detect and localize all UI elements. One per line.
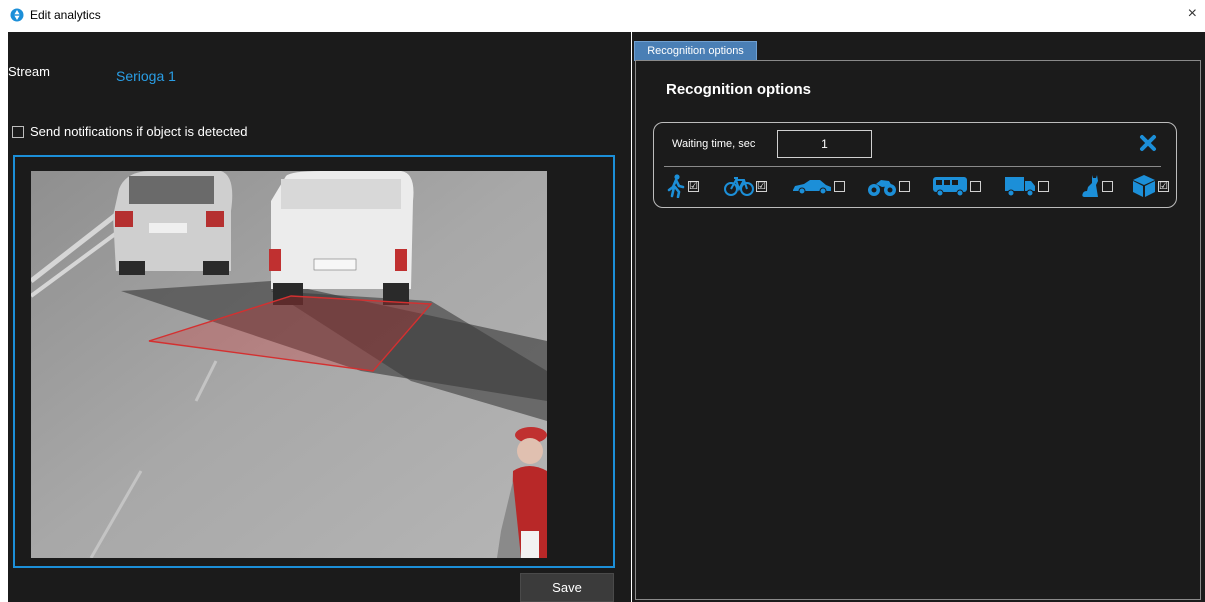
other-checkbox[interactable]: ☑ [1158, 180, 1169, 192]
object-option-motorcycle[interactable] [867, 169, 910, 203]
stream-name: Serioga 1 [116, 68, 176, 84]
bicycle-checkbox[interactable]: ☑ [756, 180, 767, 192]
left-pane: Stream Serioga 1 Send notifications if o… [8, 32, 631, 602]
object-option-bus[interactable] [932, 169, 981, 203]
stream-label: Stream [8, 64, 50, 79]
car-checkbox[interactable] [834, 180, 845, 192]
object-option-other[interactable]: ☑ [1132, 169, 1169, 203]
object-option-person[interactable]: ☑ [666, 169, 699, 203]
close-icon[interactable]: × [1188, 6, 1197, 22]
send-notifications-option[interactable]: Send notifications if object is detected [12, 124, 248, 139]
object-option-car[interactable] [792, 169, 845, 203]
cat-icon [1082, 175, 1098, 197]
bus-checkbox[interactable] [970, 180, 981, 192]
send-notifications-label: Send notifications if object is detected [30, 124, 248, 139]
object-option-bicycle[interactable]: ☑ [724, 169, 767, 203]
object-option-truck[interactable] [1004, 169, 1049, 203]
truck-checkbox[interactable] [1038, 180, 1049, 192]
remove-rule-icon[interactable] [1138, 133, 1158, 153]
title-bar: Edit analytics × [0, 0, 1205, 32]
recognition-rule-card: Waiting time, sec 1 ☑ ☑ ☑ [653, 122, 1177, 208]
panel-title: Recognition options [666, 81, 811, 98]
box-icon [1133, 175, 1155, 197]
bus-icon [933, 177, 967, 197]
animal-checkbox[interactable] [1102, 180, 1113, 192]
waiting-time-label: Waiting time, sec [672, 138, 756, 150]
car-icon [793, 180, 831, 195]
divider [664, 166, 1161, 167]
video-preview-frame [13, 155, 615, 568]
bicycle-icon [724, 177, 754, 196]
motorcycle-icon [868, 180, 896, 196]
person-icon [667, 174, 685, 198]
person-checkbox[interactable]: ☑ [688, 180, 699, 192]
right-pane: Recognition options Recognition options … [632, 32, 1205, 602]
save-button[interactable]: Save [520, 573, 614, 602]
window-title: Edit analytics [30, 8, 101, 22]
send-notifications-checkbox[interactable] [12, 125, 24, 138]
waiting-time-input[interactable]: 1 [777, 130, 872, 158]
camera-preview[interactable] [31, 171, 547, 558]
object-type-list: ☑ ☑ ☑ [662, 169, 1174, 203]
object-option-animal[interactable] [1080, 169, 1113, 203]
motorcycle-checkbox[interactable] [899, 180, 910, 192]
app-logo-icon [10, 8, 24, 22]
truck-icon [1005, 177, 1035, 197]
recognition-options-panel: Recognition options Waiting time, sec 1 … [635, 60, 1201, 600]
tab-recognition-options[interactable]: Recognition options [634, 41, 757, 61]
